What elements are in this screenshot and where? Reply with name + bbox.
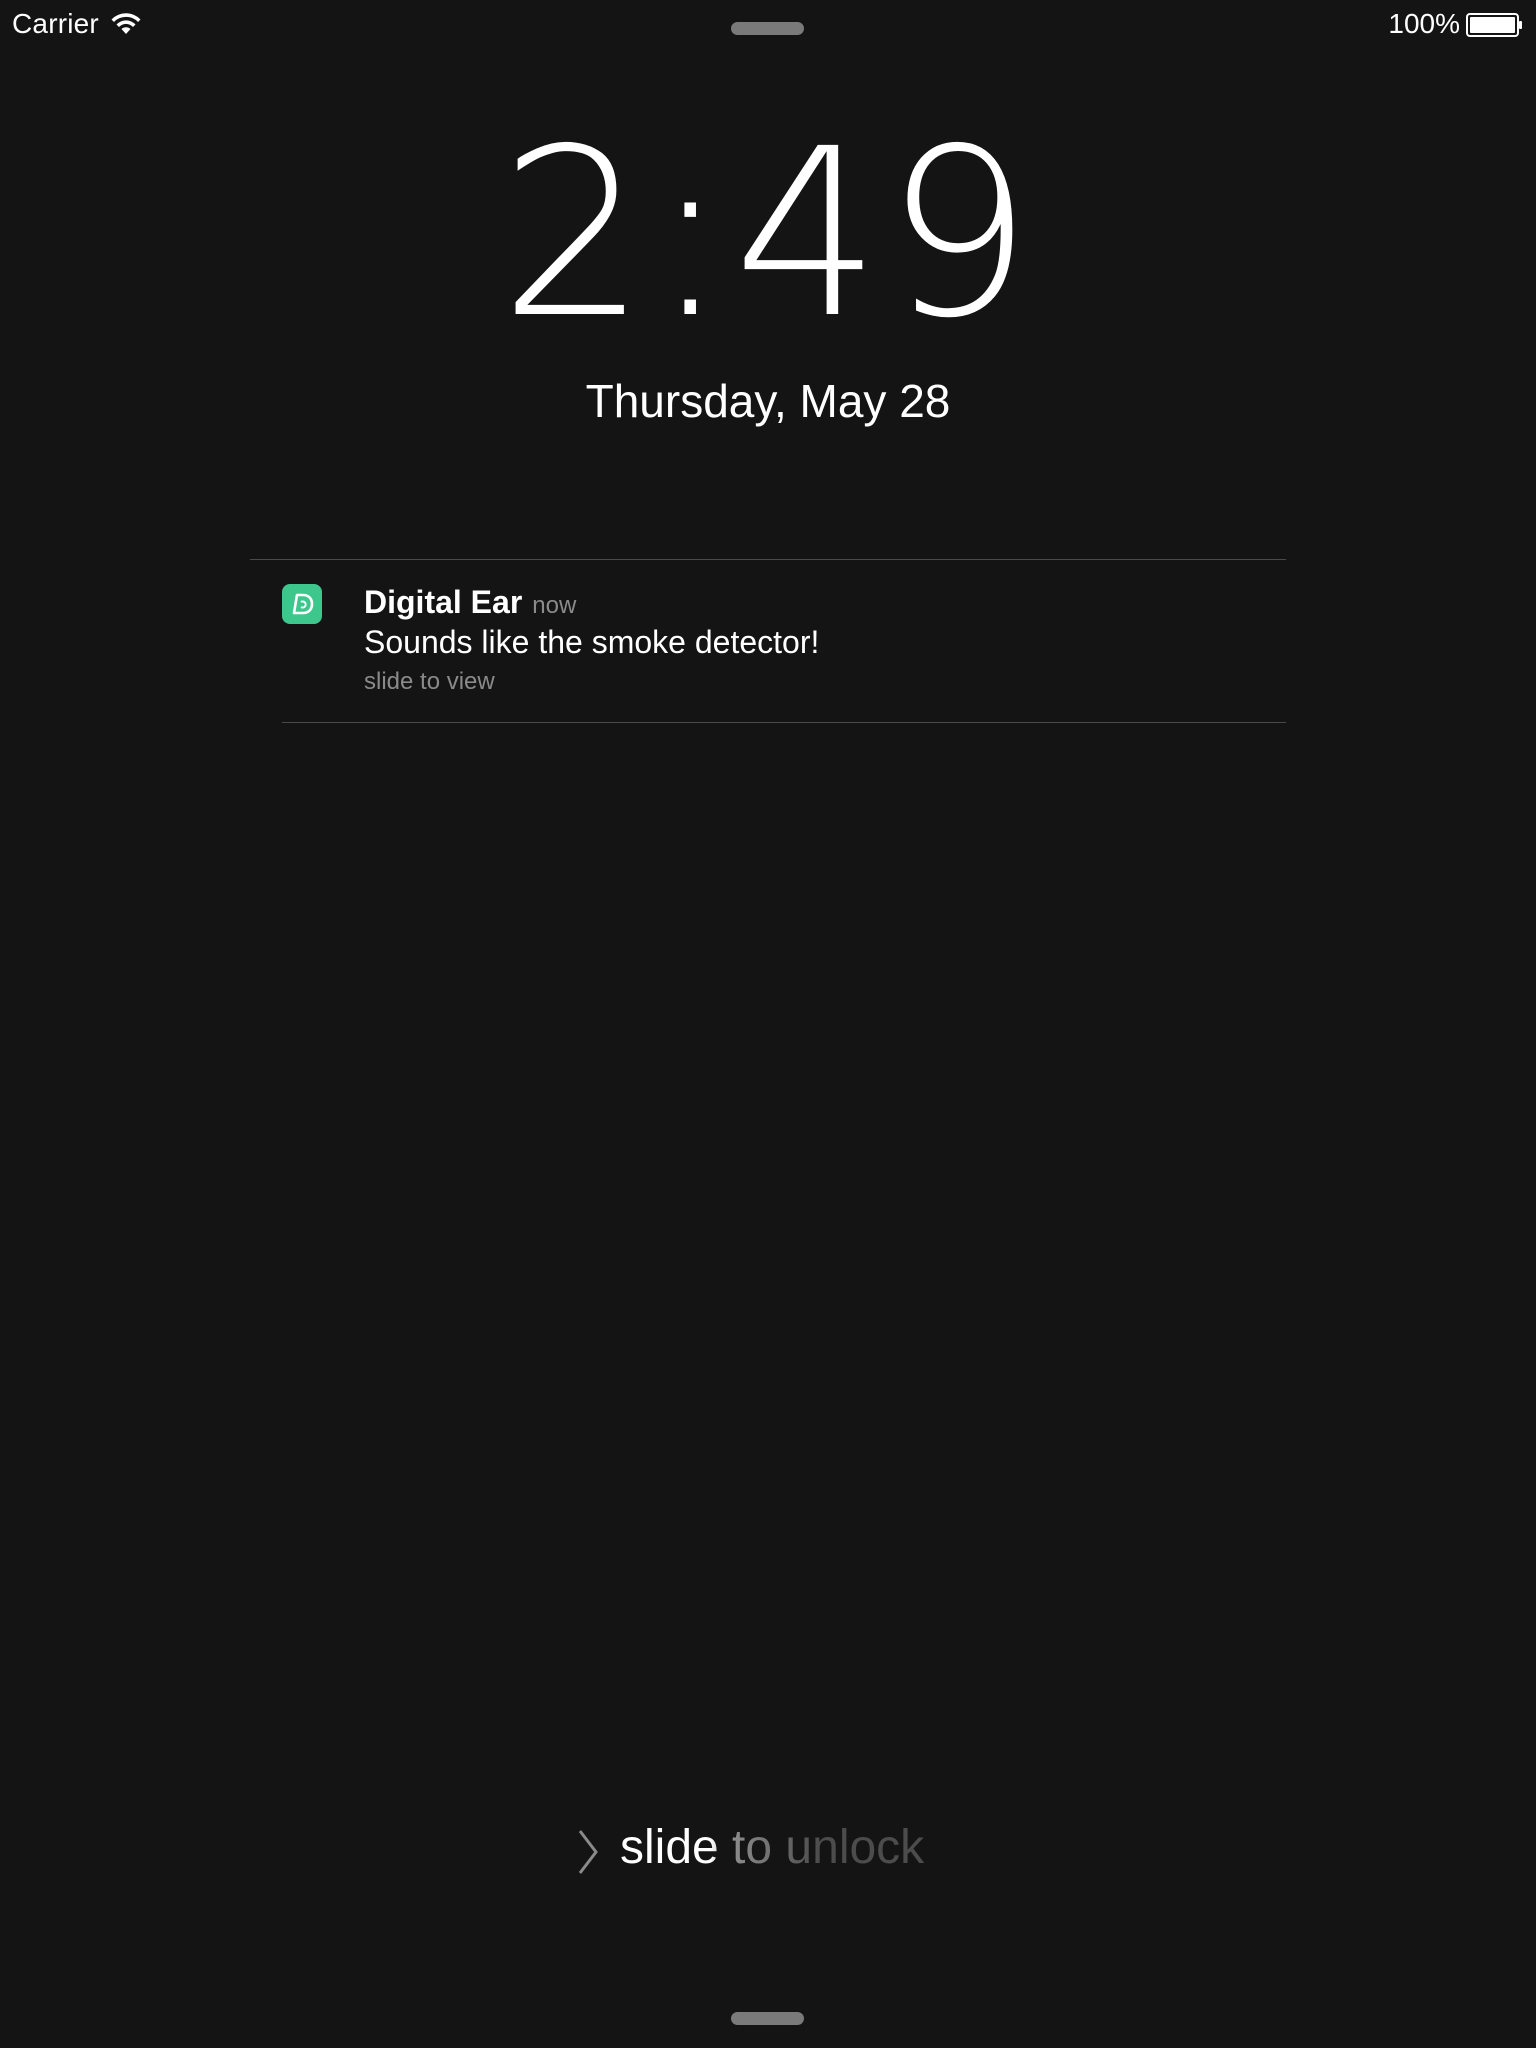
notification-divider-top	[250, 559, 1286, 560]
notification-center-grabber[interactable]	[731, 22, 804, 35]
digital-ear-logo-icon	[292, 593, 314, 615]
notification-app-name: Digital Ear	[364, 584, 523, 620]
slide-to-unlock[interactable]: slide to unlock	[0, 1820, 1536, 1880]
digital-ear-app-icon	[282, 584, 322, 624]
notification-divider-bottom	[282, 722, 1286, 723]
wifi-icon	[111, 13, 141, 34]
control-center-grabber[interactable]	[731, 2012, 804, 2025]
carrier-label: Carrier	[12, 8, 99, 39]
lock-screen-date: Thursday, May 28	[585, 375, 951, 427]
notification-slide-to-view[interactable]: slide to view	[364, 668, 495, 696]
battery-percentage: 100%	[1388, 8, 1460, 39]
notification-header: Digital Ear now	[364, 584, 576, 621]
notification-time: now	[532, 592, 577, 619]
chevron-right-icon[interactable]	[576, 1828, 600, 1876]
notification-message: Sounds like the smoke detector!	[364, 624, 820, 660]
slide-to-unlock-label: slide to unlock	[620, 1821, 925, 1874]
battery-icon	[1466, 13, 1522, 37]
lock-screen-time: 2:49	[499, 99, 1037, 369]
